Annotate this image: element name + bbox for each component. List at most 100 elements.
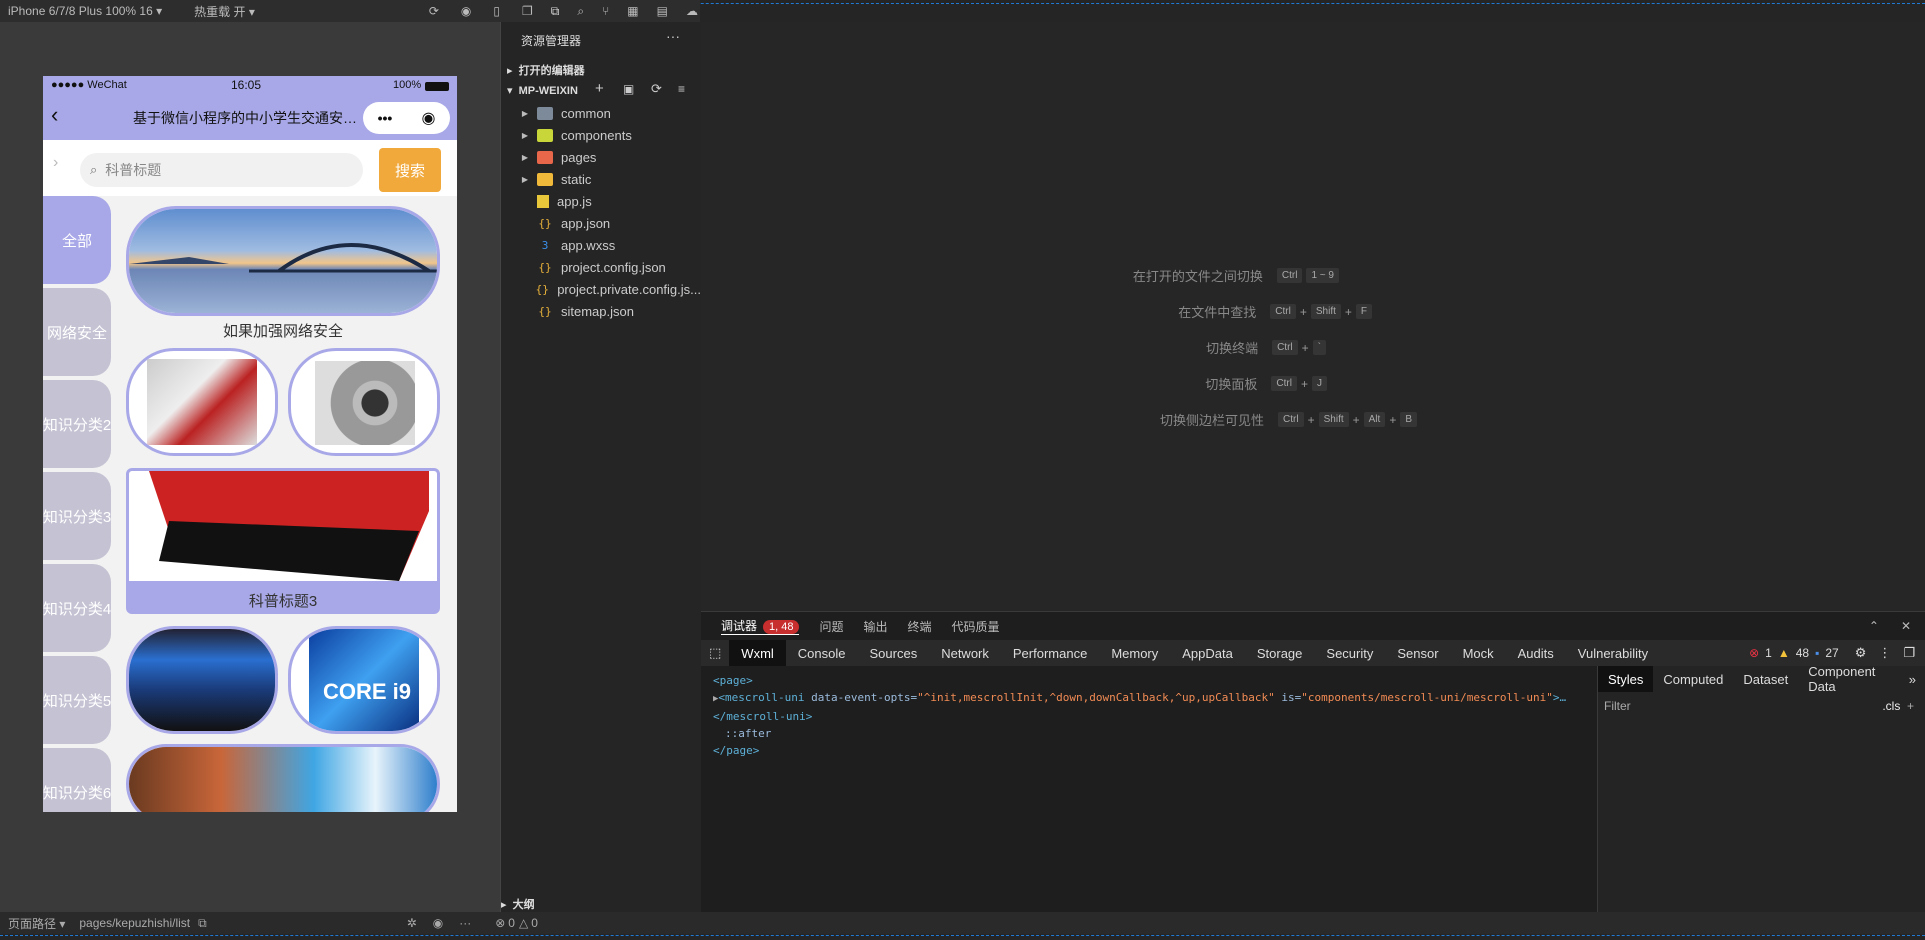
- wxml-node[interactable]: <page>: [713, 672, 1593, 689]
- tree-item-project-private-config[interactable]: {} project.private.config.js...: [501, 278, 701, 300]
- key-cap: Shift: [1318, 412, 1349, 427]
- tab-problems[interactable]: 问题: [819, 618, 843, 635]
- tab-console[interactable]: Console: [786, 640, 858, 666]
- new-file-icon[interactable]: +: [595, 80, 604, 97]
- tab-sources[interactable]: Sources: [858, 640, 930, 666]
- key-cap: Ctrl: [1271, 376, 1297, 391]
- window-icon[interactable]: ❐: [522, 4, 533, 18]
- category-all[interactable]: 全部: [43, 196, 111, 284]
- tab-dataset[interactable]: Dataset: [1733, 666, 1798, 692]
- tab-wxml[interactable]: Wxml: [729, 640, 786, 666]
- tab-network[interactable]: Network: [929, 640, 1001, 666]
- gear-icon[interactable]: ⚙: [1855, 645, 1867, 661]
- category-4[interactable]: 知识分类4: [43, 564, 111, 652]
- panel-icon[interactable]: ▤: [657, 4, 668, 18]
- more-icon[interactable]: ···: [666, 28, 680, 44]
- wxml-value: "^init,mescrollInit,^down,downCallback,^…: [917, 691, 1275, 704]
- collapse-icon[interactable]: ≡: [678, 82, 685, 96]
- chevron-right-icon[interactable]: ›: [53, 154, 58, 172]
- tree-item-app-json[interactable]: {} app.json: [501, 212, 701, 234]
- tab-terminal[interactable]: 终端: [908, 618, 932, 635]
- wxml-pseudo[interactable]: ::after: [713, 725, 1593, 742]
- wxml-node[interactable]: ▶<mescroll-uni data-event-opts="^init,me…: [713, 689, 1593, 708]
- search-button[interactable]: 搜索: [379, 148, 441, 192]
- search-icon: ⌕: [90, 162, 98, 177]
- phone-icon[interactable]: ▯: [493, 4, 500, 18]
- tab-debugger[interactable]: 调试器 1, 48: [721, 617, 800, 635]
- tree-item-project-config[interactable]: {} project.config.json: [501, 256, 701, 278]
- article-card[interactable]: CORE i9: [288, 626, 440, 734]
- branch-icon[interactable]: ⑂: [602, 4, 609, 18]
- tab-security[interactable]: Security: [1314, 640, 1385, 666]
- bug-icon[interactable]: ✲: [407, 916, 417, 930]
- close-circle-icon[interactable]: ◉: [421, 108, 435, 128]
- project-section[interactable]: ▾ MP-WEIXIN: [507, 84, 578, 97]
- kebab-menu-icon[interactable]: ⋮: [1878, 645, 1891, 661]
- category-5[interactable]: 知识分类5: [43, 656, 111, 744]
- wxml-node[interactable]: </mescroll-uni>: [713, 708, 1593, 725]
- wxml-node[interactable]: </page>: [713, 742, 1593, 759]
- eye-icon[interactable]: ◉: [433, 916, 443, 930]
- tab-storage[interactable]: Storage: [1245, 640, 1315, 666]
- category-network-security[interactable]: 网络安全: [43, 288, 111, 376]
- issue-counters[interactable]: ⊗ 1 ▲ 48 ▪ 27: [1749, 646, 1839, 660]
- device-dropdown[interactable]: iPhone 6/7/8 Plus 100% 16 ▾: [8, 4, 162, 18]
- tab-mock[interactable]: Mock: [1451, 640, 1506, 666]
- tab-sensor[interactable]: Sensor: [1385, 640, 1450, 666]
- tree-item-components[interactable]: ▶ components: [501, 124, 701, 146]
- category-2[interactable]: 知识分类2: [43, 380, 111, 468]
- files-icon[interactable]: ⧉: [551, 4, 560, 19]
- styles-tabs: Styles Computed Dataset Component Data »: [1598, 664, 1925, 694]
- extensions-icon[interactable]: ▦: [627, 4, 638, 18]
- tab-vulnerability[interactable]: Vulnerability: [1566, 640, 1660, 666]
- more-tabs-icon[interactable]: »: [1899, 666, 1925, 692]
- dock-icon[interactable]: ❐: [1903, 645, 1915, 661]
- page-path-dropdown[interactable]: 页面路径 ▾: [8, 915, 65, 932]
- more-icon[interactable]: ···: [459, 916, 471, 930]
- close-icon[interactable]: ✕: [1901, 619, 1911, 633]
- tab-audits[interactable]: Audits: [1506, 640, 1566, 666]
- tree-item-common[interactable]: ▶ common: [501, 102, 701, 124]
- tree-item-app-js[interactable]: app.js: [501, 190, 701, 212]
- search-icon[interactable]: ⌕: [577, 4, 584, 19]
- refresh-icon[interactable]: ⟳: [429, 4, 439, 18]
- tab-code-quality[interactable]: 代码质量: [952, 618, 1000, 635]
- article-card[interactable]: [126, 348, 278, 456]
- outline-section[interactable]: ▸ 大纲: [501, 896, 701, 912]
- tab-memory[interactable]: Memory: [1099, 640, 1170, 666]
- category-3[interactable]: 知识分类3: [43, 472, 111, 560]
- tree-item-app-wxss[interactable]: 3 app.wxss: [501, 234, 701, 256]
- tab-performance[interactable]: Performance: [1001, 640, 1099, 666]
- tree-item-pages[interactable]: ▶ pages: [501, 146, 701, 168]
- tab-output[interactable]: 输出: [864, 618, 888, 635]
- tree-item-static[interactable]: ▶ static: [501, 168, 701, 190]
- article-card[interactable]: [126, 206, 440, 316]
- copy-icon[interactable]: ⧉: [198, 916, 207, 931]
- filter-input[interactable]: Filter: [1604, 699, 1631, 713]
- back-arrow-icon[interactable]: ‹: [51, 102, 58, 128]
- stop-icon[interactable]: ◉: [461, 4, 471, 18]
- docker-icon[interactable]: ☁: [686, 4, 698, 18]
- cls-toggle[interactable]: .cls: [1882, 699, 1900, 713]
- tree-label: pages: [561, 149, 597, 165]
- article-card[interactable]: [126, 744, 440, 812]
- tree-item-sitemap[interactable]: {} sitemap.json: [501, 300, 701, 322]
- hot-reload-dropdown[interactable]: 热重载 开 ▾: [194, 3, 255, 20]
- tab-component-data[interactable]: Component Data: [1798, 664, 1899, 694]
- search-input[interactable]: ⌕ 科普标题: [80, 153, 363, 187]
- category-6[interactable]: 知识分类6: [43, 748, 111, 812]
- new-folder-icon[interactable]: ▣: [623, 82, 634, 96]
- tab-computed[interactable]: Computed: [1653, 666, 1733, 692]
- tab-styles[interactable]: Styles: [1598, 666, 1654, 692]
- article-card[interactable]: [126, 626, 278, 734]
- article-card[interactable]: [288, 348, 440, 456]
- add-rule-icon[interactable]: +: [1907, 699, 1914, 713]
- category-label: 知识分类3: [43, 508, 111, 526]
- refresh-icon[interactable]: ⟳: [651, 81, 662, 97]
- chevron-up-icon[interactable]: ⌃: [1869, 619, 1879, 633]
- more-dots-icon[interactable]: •••: [378, 110, 393, 126]
- tab-appdata[interactable]: AppData: [1170, 640, 1245, 666]
- selection-border-bottom: [0, 935, 1925, 936]
- inspect-icon[interactable]: ⬚: [701, 640, 729, 666]
- open-editors-section[interactable]: ▸ 打开的编辑器: [507, 62, 585, 78]
